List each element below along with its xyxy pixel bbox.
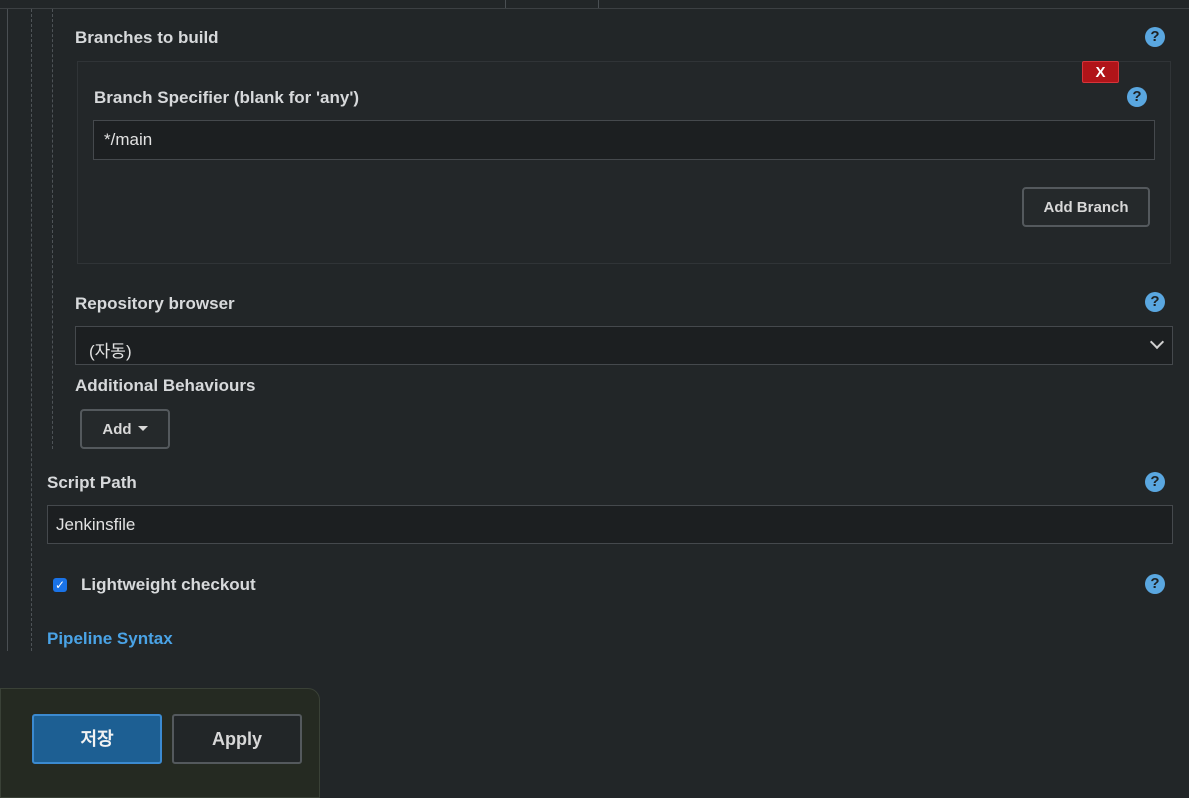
chevron-down-icon	[1149, 334, 1165, 350]
additional-behaviours-label: Additional Behaviours	[75, 376, 256, 395]
add-branch-button[interactable]: Add Branch	[1022, 187, 1150, 227]
question-circle-icon[interactable]: ?	[1145, 292, 1165, 312]
repository-browser-selected: (자동)	[89, 342, 132, 361]
repository-browser-select[interactable]: (자동)	[75, 326, 1173, 365]
question-circle-icon[interactable]: ?	[1145, 472, 1165, 492]
active-tab-edge	[505, 0, 599, 8]
branches-to-build-label: Branches to build	[75, 28, 219, 47]
question-circle-icon[interactable]: ?	[1127, 87, 1147, 107]
pipeline-syntax-link[interactable]: Pipeline Syntax	[47, 629, 173, 649]
delete-branch-button[interactable]: X	[1082, 61, 1119, 83]
script-path-input[interactable]	[47, 505, 1173, 544]
repository-browser-label: Repository browser	[75, 294, 235, 313]
lightweight-checkout-checkbox[interactable]: ✓	[53, 578, 67, 592]
caret-down-icon	[137, 425, 148, 431]
apply-button[interactable]: Apply	[172, 714, 302, 764]
add-behaviour-button[interactable]: Add	[80, 409, 170, 449]
section-border	[7, 9, 8, 651]
branch-specifier-label: Branch Specifier (blank for 'any')	[94, 88, 360, 107]
branch-specifier-input[interactable]	[93, 120, 1155, 160]
add-behaviour-label: Add	[102, 420, 132, 438]
script-path-label: Script Path	[47, 473, 137, 492]
save-button[interactable]: 저장	[32, 714, 162, 764]
nesting-guide-inner	[52, 9, 53, 449]
nesting-guide-outer	[31, 9, 32, 651]
question-circle-icon[interactable]: ?	[1145, 27, 1165, 47]
question-circle-icon[interactable]: ?	[1145, 574, 1165, 594]
lightweight-checkout-label[interactable]: Lightweight checkout	[81, 575, 256, 595]
